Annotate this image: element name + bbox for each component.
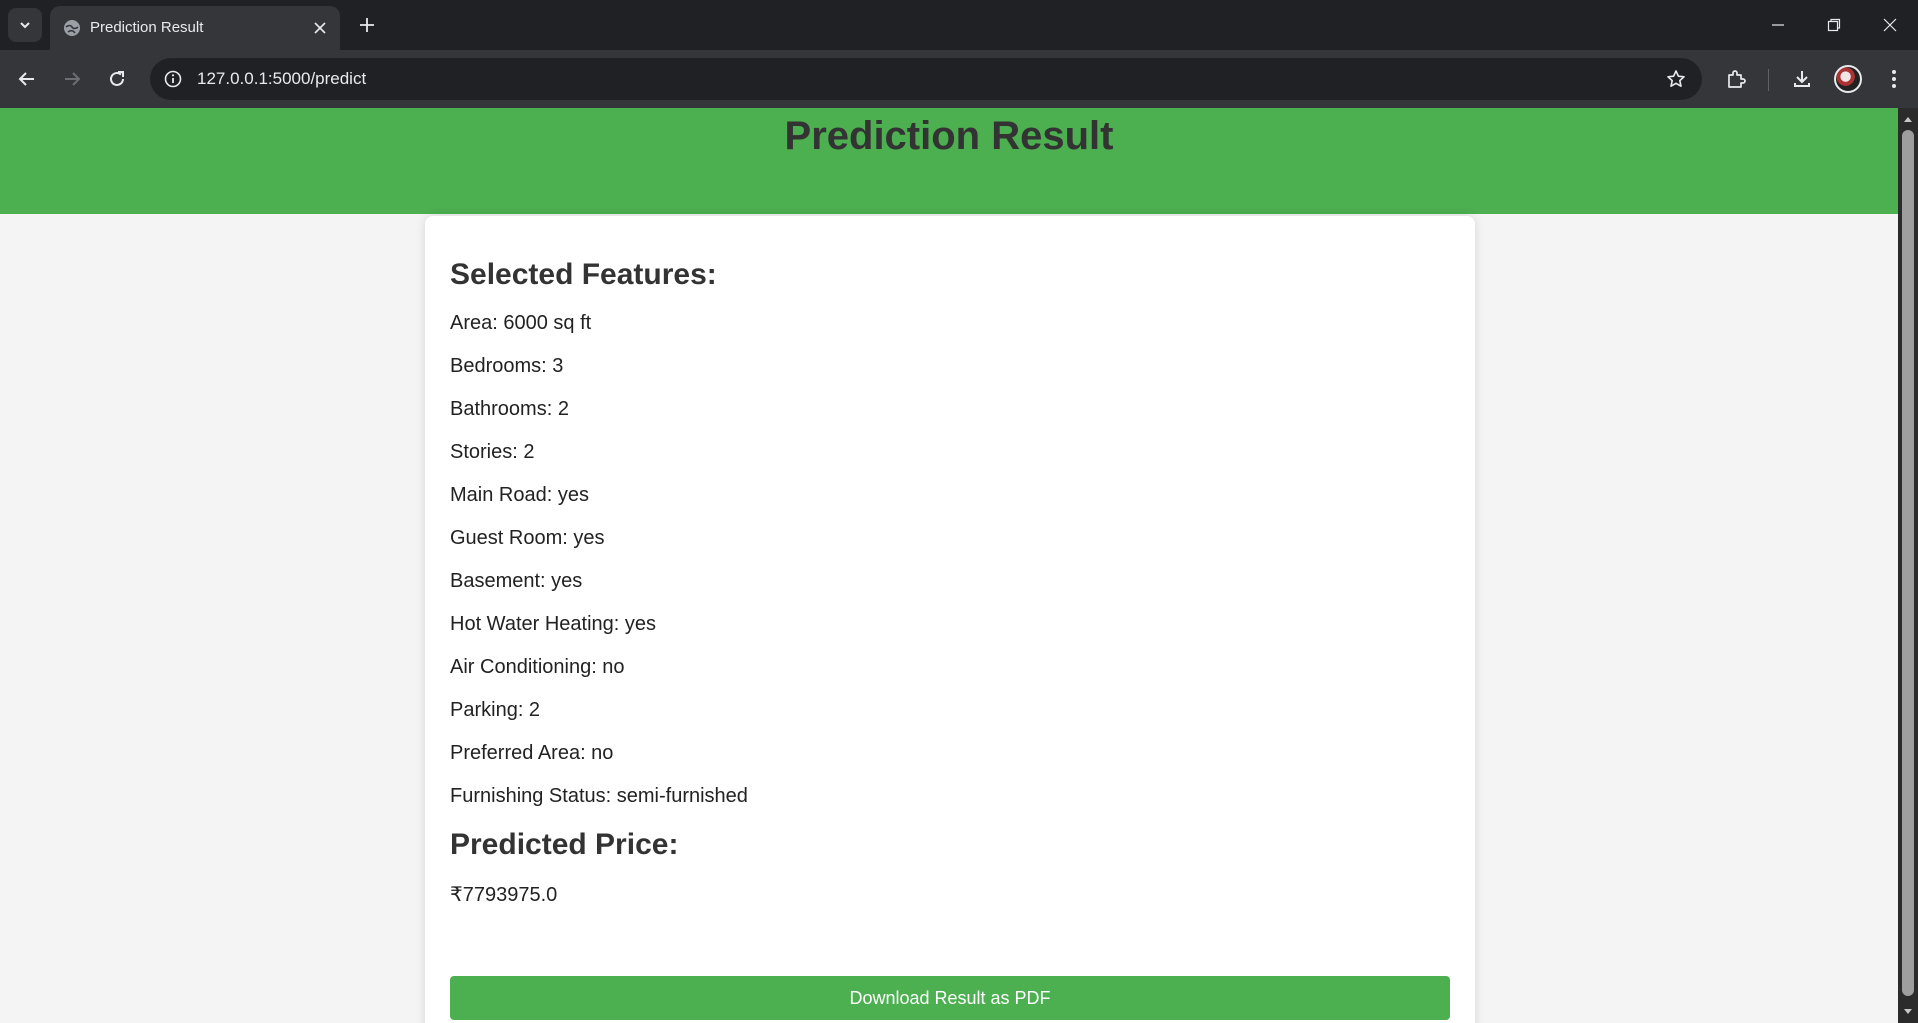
bookmark-button[interactable]: [1662, 65, 1690, 93]
feature-item: Furnishing Status: semi-furnished: [450, 785, 748, 807]
browser-menu-button[interactable]: [1876, 61, 1912, 97]
restore-button[interactable]: [1806, 0, 1862, 50]
browser-toolbar: 127.0.0.1:5000/predict: [0, 50, 1918, 108]
feature-item: Bathrooms: 2: [450, 398, 569, 420]
feature-item: Bedrooms: 3: [450, 355, 564, 377]
plus-icon: [360, 18, 374, 32]
close-window-button[interactable]: [1862, 0, 1918, 50]
feature-item: Air Conditioning: no: [450, 656, 625, 678]
tab-title: Prediction Result: [90, 19, 204, 36]
site-info-button[interactable]: [158, 64, 188, 94]
star-icon: [1667, 70, 1685, 87]
reload-button[interactable]: [99, 61, 135, 97]
new-tab-button[interactable]: [352, 10, 382, 40]
profile-avatar[interactable]: [1834, 65, 1862, 93]
predicted-price-value: ₹7793975.0: [450, 884, 558, 906]
page-viewport: Prediction Result Selected Features: Are…: [0, 108, 1898, 1023]
minimize-icon: [1772, 24, 1784, 26]
scroll-up-button[interactable]: [1898, 112, 1918, 126]
restore-icon: [1827, 18, 1841, 32]
close-icon: [1883, 18, 1897, 32]
url-text[interactable]: 127.0.0.1:5000/predict: [197, 69, 366, 89]
feature-item: Main Road: yes: [450, 484, 589, 506]
scroll-thumb[interactable]: [1902, 130, 1914, 996]
page-scrollbar[interactable]: [1898, 108, 1918, 1023]
page-title: Prediction Result: [784, 114, 1114, 158]
price-heading: Predicted Price:: [450, 828, 679, 861]
puzzle-icon: [1728, 70, 1746, 88]
downloads-button[interactable]: [1784, 61, 1820, 97]
feature-item: Hot Water Heating: yes: [450, 613, 657, 635]
globe-icon: [64, 20, 80, 36]
reload-icon: [110, 71, 124, 86]
kebab-menu-icon: [1892, 70, 1896, 88]
extensions-button[interactable]: [1718, 61, 1754, 97]
browser-tab[interactable]: Prediction Result: [50, 6, 340, 50]
download-pdf-button[interactable]: Download Result as PDF: [450, 976, 1450, 1020]
info-icon: [164, 70, 182, 88]
tab-strip: Prediction Result: [0, 0, 1918, 50]
forward-button[interactable]: [54, 61, 90, 97]
feature-item: Basement: yes: [450, 570, 583, 592]
download-icon: [1794, 71, 1810, 87]
close-icon: [314, 22, 326, 34]
tab-close-button[interactable]: [308, 16, 332, 40]
triangle-up-icon: [1904, 117, 1912, 122]
back-button[interactable]: [9, 61, 45, 97]
minimize-button[interactable]: [1750, 0, 1806, 50]
tab-search-button[interactable]: [8, 8, 42, 42]
page-header: Prediction Result: [0, 108, 1898, 214]
features-heading: Selected Features:: [450, 258, 717, 291]
chevron-down-icon: [20, 22, 30, 29]
feature-item: Preferred Area: no: [450, 742, 614, 764]
triangle-down-icon: [1904, 1009, 1912, 1014]
toolbar-separator: [1768, 69, 1769, 91]
address-bar[interactable]: 127.0.0.1:5000/predict: [150, 58, 1702, 100]
feature-item: Guest Room: yes: [450, 527, 605, 549]
arrow-right-icon: [65, 72, 81, 86]
result-card: Selected Features: Area: 6000 sq ft Bedr…: [425, 216, 1475, 1023]
feature-item: Area: 6000 sq ft: [450, 312, 592, 334]
scroll-down-button[interactable]: [1898, 1005, 1918, 1019]
feature-item: Parking: 2: [450, 699, 541, 721]
feature-item: Stories: 2: [450, 441, 535, 463]
arrow-left-icon: [18, 72, 34, 86]
